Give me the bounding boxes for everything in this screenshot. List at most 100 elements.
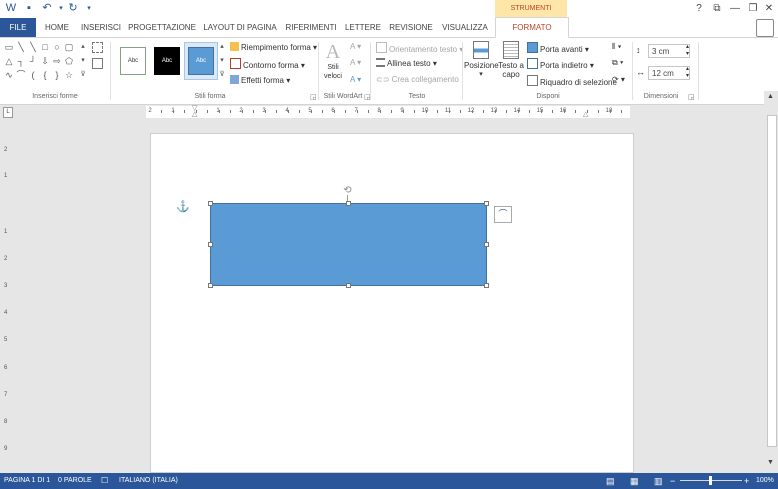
gallery-more-icon[interactable]: ⊽ [78,70,88,80]
resize-handle[interactable] [484,242,489,247]
tab-selector-icon[interactable]: L [3,107,13,118]
shape-effects-button[interactable]: Effetti forma ▾ [230,75,290,85]
close-button[interactable]: ✕ [762,2,776,15]
arrow-right-shape-icon[interactable]: ⇨ [52,56,62,66]
vertical-scrollbar[interactable]: ▲ ▼ [764,91,778,471]
tab-design[interactable]: PROGETTAZIONE [128,18,196,37]
selection-pane-button[interactable]: Riquadro di selezione [527,75,617,87]
horizontal-ruler[interactable]: 211234567891011121314151618 ▽ △ △ [146,105,630,118]
gallery-scroll-up-icon[interactable]: ▴ [78,42,88,52]
tab-references[interactable]: RIFERIMENTI [284,18,338,37]
arc-shape-icon[interactable]: ⌒ [16,70,26,80]
zoom-level[interactable]: 100% [756,473,774,489]
resize-handle[interactable] [208,283,213,288]
proofing-icon[interactable]: ☐ [101,473,108,489]
shape-outline-button[interactable]: Contorno forma ▾ [230,58,305,70]
text-effects-icon[interactable]: A ▾ [350,75,361,84]
zoom-slider-thumb[interactable] [709,476,712,485]
wrap-text-button[interactable]: Testo a capo [498,41,524,79]
zoom-out-button[interactable]: − [670,473,675,489]
rectangle-shape-icon[interactable]: □ [40,42,50,52]
undo-icon[interactable]: ↶ [40,1,54,16]
read-mode-icon[interactable]: ▤ [606,473,615,489]
web-layout-icon[interactable]: ▥ [654,473,663,489]
resize-handle[interactable] [346,201,351,206]
resize-handle[interactable] [484,283,489,288]
selected-rectangle-shape[interactable] [210,203,487,286]
send-backward-button[interactable]: Porta indietro ▾ [527,58,594,70]
print-layout-icon[interactable]: ▦ [630,473,639,489]
layout-options-icon[interactable]: ⌒ [494,206,512,223]
shape-style-blue[interactable]: Abc [188,47,214,75]
star-shape-icon[interactable]: ☆ [64,70,74,80]
resize-handle[interactable] [484,201,489,206]
elbow-arrow-icon[interactable]: ┘ [28,56,38,66]
line-shape-icon[interactable]: ╲ [16,42,26,52]
styles-scroll-up-icon[interactable]: ▴ [217,42,227,52]
oval-shape-icon[interactable]: ○ [52,42,62,52]
redo-icon[interactable]: ↻ [66,1,80,16]
dialog-launcher-icon[interactable]: ◲ [310,94,317,101]
shape-style-black[interactable]: Abc [154,47,180,75]
bring-forward-button[interactable]: Porta avanti ▾ [527,42,589,54]
maximize-button[interactable]: ❐ [746,2,760,15]
help-button[interactable]: ? [692,2,706,15]
vertical-ruler[interactable]: 2 1 1 2 3 4 5 6 7 8 9 [0,125,12,471]
position-button[interactable]: Posizione ▾ [464,41,499,78]
pentagon-shape-icon[interactable]: ⬠ [64,56,74,66]
resize-handle[interactable] [208,242,213,247]
page-count[interactable]: PAGINA 1 DI 1 [4,473,50,489]
rotate-handle-icon[interactable]: ⟲ [343,186,352,196]
tab-insert[interactable]: INSERISCI [80,18,122,37]
user-avatar[interactable] [756,19,774,37]
triangle-shape-icon[interactable]: △ [4,56,14,66]
ribbon-display-button[interactable]: ⧉ [710,2,724,15]
brace-right-shape-icon[interactable]: } [52,70,62,80]
tab-file[interactable]: FILE [0,18,36,37]
draw-text-box-button[interactable] [92,58,105,70]
quick-styles-button[interactable]: A Stili veloci [320,41,346,81]
height-spinner-icon[interactable]: ▴ ▾ [686,43,689,57]
document-page[interactable] [150,133,634,473]
dialog-launcher-icon[interactable]: ◲ [688,94,695,101]
tab-view[interactable]: VISUALIZZA [440,18,490,37]
styles-scroll-down-icon[interactable]: ▾ [217,56,227,66]
gallery-scroll-down-icon[interactable]: ▾ [78,56,88,66]
text-fill-icon[interactable]: A ▾ [350,42,361,51]
height-input[interactable]: 3 cm [648,44,690,58]
language[interactable]: ITALIANO (ITALIA) [119,473,178,489]
brace-shape-icon[interactable]: { [40,70,50,80]
align-button[interactable]: ⫴ ▾ [612,42,622,52]
styles-more-icon[interactable]: ⊽ [217,70,227,80]
bracket-shape-icon[interactable]: ( [28,70,38,80]
text-direction-button[interactable]: Orientamento testo ▾ [376,42,463,54]
shape-fill-button[interactable]: Riempimento forma ▾ [230,42,317,52]
resize-handle[interactable] [346,283,351,288]
edit-shape-button[interactable] [92,42,105,54]
tab-format[interactable]: FORMATO [495,17,569,38]
word-count[interactable]: 0 PAROLE [58,473,92,489]
shape-style-outline[interactable]: Abc [120,47,146,75]
tab-layout[interactable]: LAYOUT DI PAGINA [202,18,278,37]
create-link-button[interactable]: ⊂⊃ Crea collegamento [376,75,459,84]
elbow-connector-icon[interactable]: ┐ [16,56,26,66]
minimize-button[interactable]: — [728,2,742,15]
tab-review[interactable]: REVISIONE [388,18,434,37]
width-spinner-icon[interactable]: ▴ ▾ [686,65,689,79]
curve-shape-icon[interactable]: ∿ [4,70,14,80]
text-box-shape-icon[interactable]: ▭ [4,42,14,52]
scroll-thumb[interactable] [767,115,777,447]
scroll-up-icon[interactable]: ▲ [767,93,774,100]
tab-home[interactable]: HOME [40,18,74,37]
group-button[interactable]: ⧉ ▾ [612,58,623,68]
line-shape-icon[interactable]: ╲ [28,42,38,52]
save-icon[interactable]: ▪ [22,1,36,16]
text-outline-icon[interactable]: A ▾ [350,58,361,67]
customize-toolbar-icon[interactable]: ▾ [82,1,96,16]
zoom-in-button[interactable]: + [744,473,749,489]
resize-handle[interactable] [208,201,213,206]
rounded-rectangle-shape-icon[interactable]: ▢ [64,42,74,52]
tab-mailings[interactable]: LETTERE [344,18,382,37]
left-indent-marker-icon[interactable]: △ [192,111,197,118]
scroll-down-icon[interactable]: ▼ [767,459,774,466]
